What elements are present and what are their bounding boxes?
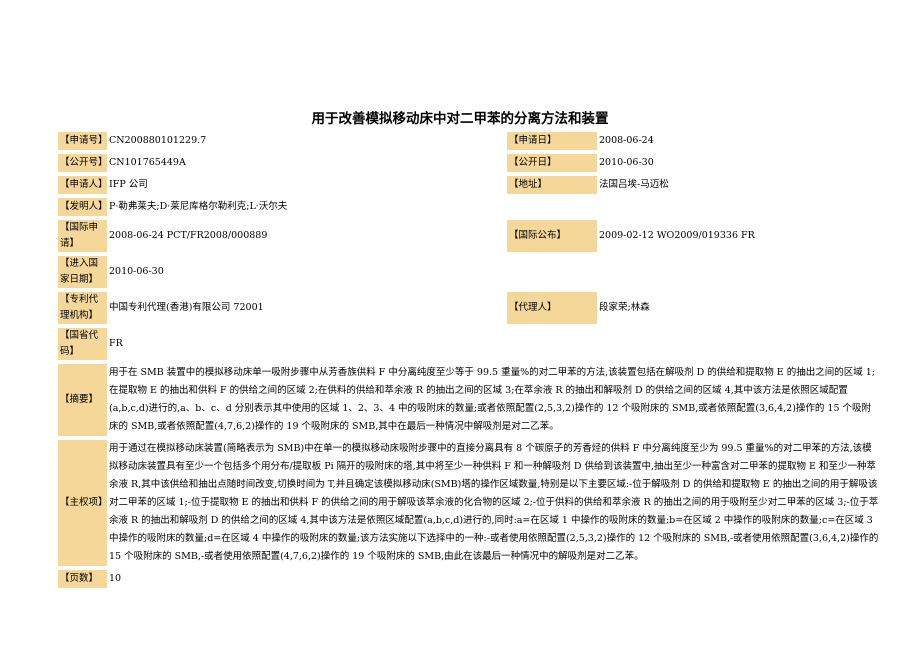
international-application: 2008-06-24 PCT/FR2008/000889 — [109, 230, 268, 241]
row-inventor: 【发明人】 P·勒弗莱夫;D·莱尼库格尔勒利克;L·沃尔夫 — [58, 198, 882, 216]
abstract-label: 【摘要】 — [58, 364, 107, 436]
inventor: P·勒弗莱夫;D·莱尼库格尔勒利克;L·沃尔夫 — [109, 201, 288, 212]
publication-date-label: 【公开日】 — [507, 154, 597, 172]
row-agency: 【专利代理机构】 中国专利代理(香港)有限公司 72001 【代理人】 段家荣;… — [58, 292, 882, 324]
row-claims: 【主权项】 用于通过在模拟移动床装置(简略表示为 SMB)中在单一的模拟移动床吸… — [58, 440, 882, 566]
row-applicant: 【申请人】 IFP 公司 【地址】 法国吕埃-马迈松 — [58, 176, 882, 194]
patent-agency-label: 【专利代理机构】 — [58, 292, 107, 324]
country-code: FR — [109, 338, 123, 349]
row-pages: 【页数】 10 — [58, 570, 882, 588]
publication-date: 2010-06-30 — [599, 157, 654, 168]
agent-label: 【代理人】 — [507, 292, 597, 324]
international-publication-label: 【国际公布】 — [507, 220, 597, 252]
page-count-label: 【页数】 — [58, 570, 107, 588]
national-entry-date: 2010-06-30 — [109, 266, 164, 277]
agent: 段家荣;林森 — [599, 302, 650, 313]
publication-number-label: 【公开号】 — [58, 154, 108, 172]
application-number: CN200880101229.7 — [109, 135, 207, 146]
application-date-label: 【申请日】 — [507, 132, 597, 150]
international-application-label: 【国际申请】 — [58, 220, 107, 252]
row-publication: 【公开号】 CN101765449A 【公开日】 2010-06-30 — [58, 154, 882, 172]
patent-info-table: 【申请号】 CN200880101229.7 【申请日】 2008-06-24 … — [58, 132, 882, 588]
address-label: 【地址】 — [507, 176, 597, 194]
address: 法国吕埃-马迈松 — [599, 179, 669, 190]
row-country-code: 【国省代码】 FR — [58, 328, 882, 360]
national-entry-date-label: 【进入国家日期】 — [58, 256, 107, 288]
document-title: 用于改善模拟移动床中对二甲苯的分离方法和装置 — [311, 111, 609, 127]
row-national-entry: 【进入国家日期】 2010-06-30 — [58, 256, 882, 288]
country-code-label: 【国省代码】 — [58, 328, 107, 360]
application-number-label: 【申请号】 — [58, 132, 108, 150]
page-count: 10 — [109, 573, 122, 584]
applicant-label: 【申请人】 — [58, 176, 108, 194]
abstract: 用于在 SMB 装置中的模拟移动床单一吸附步骤中从芳香族供料 F 中分离纯度至少… — [109, 367, 876, 432]
patent-agency: 中国专利代理(香港)有限公司 72001 — [109, 302, 264, 313]
row-application: 【申请号】 CN200880101229.7 【申请日】 2008-06-24 — [58, 132, 882, 150]
inventor-label: 【发明人】 — [58, 198, 108, 216]
row-international: 【国际申请】 2008-06-24 PCT/FR2008/000889 【国际公… — [58, 220, 882, 252]
row-abstract: 【摘要】 用于在 SMB 装置中的模拟移动床单一吸附步骤中从芳香族供料 F 中分… — [58, 364, 882, 436]
patent-record: 【申请号】 CN200880101229.7 【申请日】 2008-06-24 … — [58, 132, 882, 588]
main-claim: 用于通过在模拟移动床装置(简略表示为 SMB)中在单一的模拟移动床吸附步骤中的直… — [109, 443, 879, 562]
main-claim-label: 【主权项】 — [58, 440, 108, 566]
application-date: 2008-06-24 — [599, 135, 654, 146]
international-publication: 2009-02-12 WO2009/019336 FR — [599, 230, 755, 241]
applicant: IFP 公司 — [109, 179, 148, 190]
publication-number: CN101765449A — [109, 157, 186, 168]
